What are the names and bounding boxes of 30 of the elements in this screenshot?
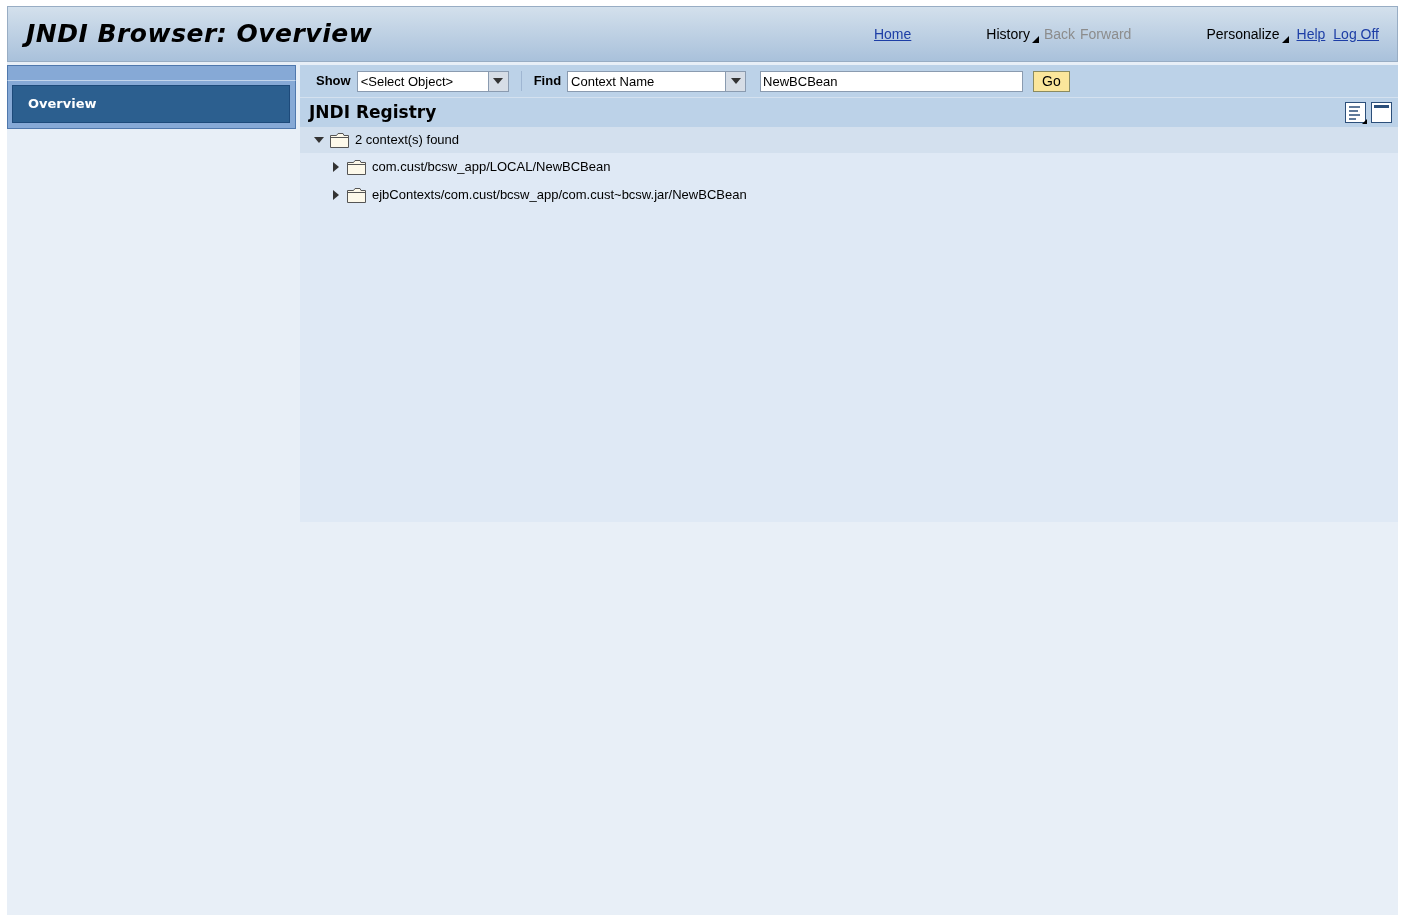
tree-item[interactable]: com.cust/bcsw_app/LOCAL/NewBCBean (372, 157, 611, 177)
nav-text: Forward (1080, 24, 1132, 44)
dropdown[interactable]: <Select Object> (356, 70, 509, 92)
minimize-icon[interactable] (1371, 101, 1392, 123)
caret-icon (1031, 35, 1039, 43)
expand-arrow-icon[interactable] (314, 135, 324, 145)
nav-link[interactable]: Help (1296, 23, 1326, 45)
dropdown-arrow-icon (730, 78, 741, 84)
collapse-arrow-icon[interactable] (331, 190, 341, 200)
sidebar-item[interactable]: Overview (12, 85, 290, 123)
settings-icon[interactable] (1345, 101, 1367, 124)
folder-icon (347, 159, 366, 175)
nav-link[interactable]: Log Off (1333, 23, 1379, 45)
go-button[interactable]: Go (1033, 70, 1070, 92)
nav-text: Back (1043, 24, 1075, 44)
field-label: Show (316, 72, 351, 91)
folder-icon (330, 132, 349, 148)
caret-icon (1281, 35, 1289, 43)
dropdown[interactable]: Context Name (567, 70, 747, 92)
collapse-arrow-icon[interactable] (331, 162, 341, 172)
menu-link[interactable]: Personalize (1206, 23, 1289, 45)
nav-link[interactable]: Home (873, 23, 912, 45)
tree-item[interactable]: 2 context(s) found (355, 130, 460, 150)
dropdown-arrow-icon (493, 78, 504, 84)
panel-title: JNDI Registry (309, 100, 437, 124)
menu-link[interactable]: History (986, 23, 1039, 45)
field-label: Find (533, 72, 562, 91)
folder-icon (347, 187, 366, 203)
search-field[interactable]: NewBCBean (760, 70, 1024, 92)
tree-item[interactable]: ejbContexts/com.cust/bcsw_app/com.cust~bcsw.jar/NewBCBean (372, 185, 747, 205)
